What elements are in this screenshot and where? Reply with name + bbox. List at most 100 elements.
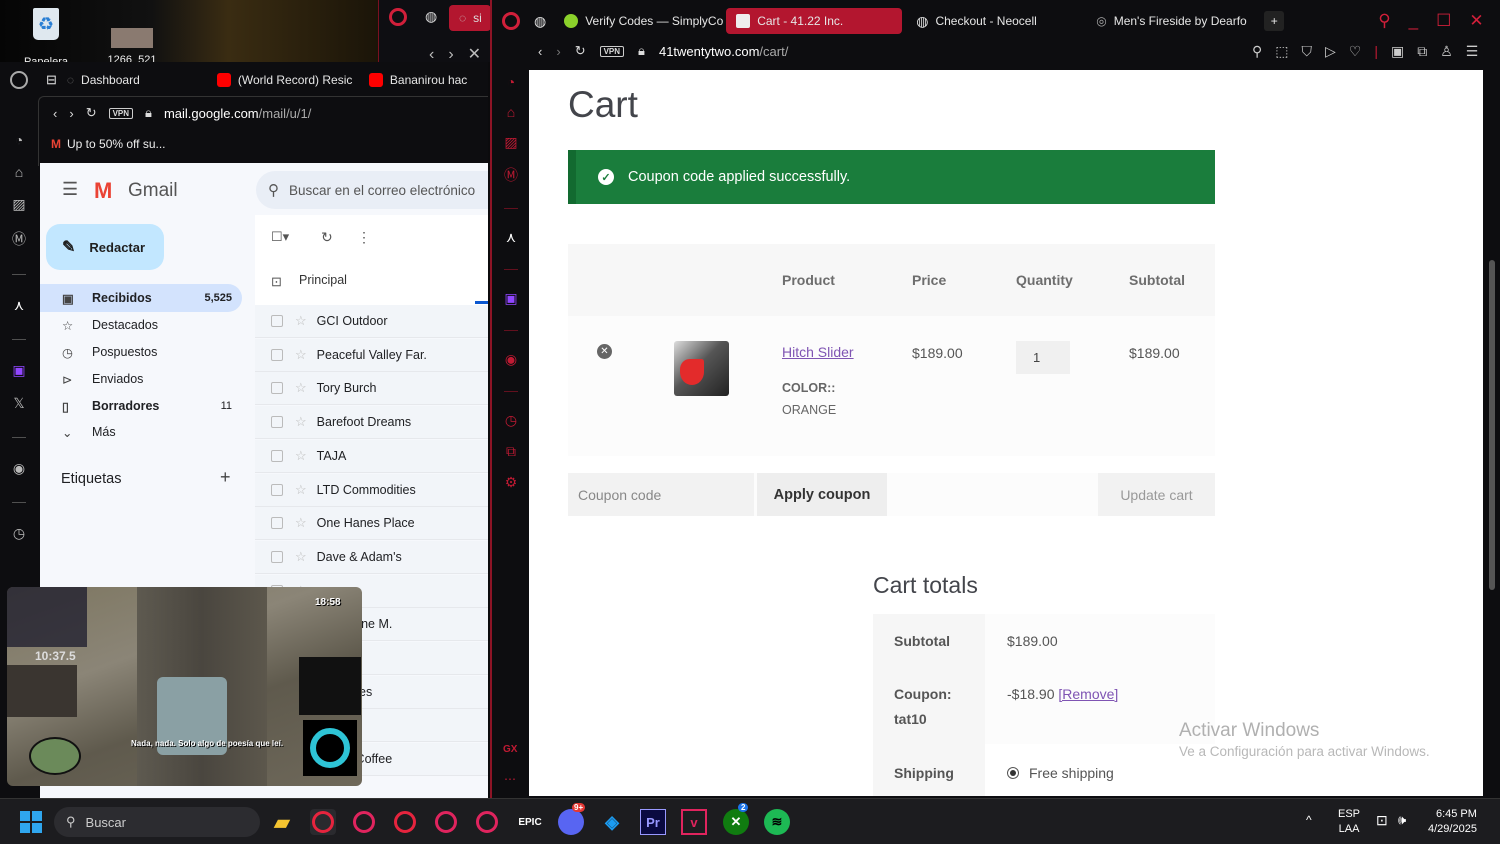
star-icon[interactable]: ☆ [295,448,307,464]
nav-snoozed[interactable]: ◷ Pospuestos [40,338,242,366]
forward-icon[interactable]: › [556,44,560,59]
row-checkbox[interactable] [271,517,283,530]
product-link[interactable]: Hitch Slider [782,344,854,360]
nav-starred[interactable]: ☆ Destacados [40,311,242,339]
row-checkbox[interactable] [271,449,283,462]
tray-chevron-up-icon[interactable]: ^ [1306,813,1312,827]
snapshot-icon[interactable]: ⬚ [1275,43,1288,60]
twitch-icon[interactable]: ▣ [12,362,25,379]
twitch-icon[interactable]: ▣ [504,290,517,307]
row-checkbox[interactable] [271,315,283,327]
mail-row[interactable]: ☆ Barefoot Dreams [255,406,488,440]
address-bar[interactable]: ‹ › ↻ VPN 🔒︎ mail.google.com/mail/u/1/ [53,105,311,121]
vpn-badge[interactable]: VPN [599,45,625,57]
reload-icon[interactable]: ↻ [575,43,586,59]
settings-menu-icon[interactable]: ☰ [1466,43,1479,60]
star-icon[interactable]: ☆ [295,380,307,396]
remove-coupon-link[interactable]: [Remove] [1058,686,1118,702]
nav-buttons[interactable]: ‹›✕ [429,44,495,64]
pin-icon[interactable]: ⚲ [1252,43,1262,60]
steam-icon[interactable]: ◈ [599,809,625,835]
row-checkbox[interactable] [271,416,283,429]
background-browser-window[interactable]: ◍ ◌ si ‹›✕ [378,0,491,63]
tab-cart[interactable]: Cart - 41.22 Inc. [726,8,903,34]
forward-icon[interactable]: › [69,106,73,121]
history-icon[interactable]: ◷ [505,412,517,429]
recycle-bin-icon[interactable]: ♻ Papelera de... [18,8,74,64]
premiere-pro-icon[interactable]: Pr [640,809,666,835]
aria-icon[interactable]: ⋏ [506,229,516,246]
opera-logo-icon[interactable] [10,71,28,89]
opera-logo-icon[interactable] [502,12,520,30]
opera-taskbar-icon[interactable] [474,809,500,835]
cleaner-icon[interactable]: ⌂ [507,104,515,120]
nav-drafts[interactable]: ▯ Borradores 11 [40,392,242,420]
scrollbar-thumb[interactable] [1489,260,1495,590]
row-checkbox[interactable] [271,348,283,361]
mail-row[interactable]: ☆ LTD Commodities [255,473,488,507]
more-icon[interactable]: ⋮ [357,229,371,246]
wallet-icon[interactable]: ▣ [1391,43,1404,60]
nav-sent[interactable]: ⊳ Enviados [40,365,242,393]
wallpaper-icon[interactable]: ▨ [504,134,517,151]
language-indicator[interactable]: ESP LAA [1338,807,1360,837]
speed-dial-icon[interactable]: ◔ [507,74,515,90]
add-label-icon[interactable]: + [220,467,231,488]
remove-item-icon[interactable]: ✕ [597,344,612,359]
mail-row[interactable]: ☆ GCI Outdoor [255,305,488,338]
mail-row[interactable]: ☆ Dave & Adam's [255,540,488,574]
globe-icon[interactable]: ◍ [534,13,546,30]
vpn-badge[interactable]: VPN [108,107,134,119]
workspace-icon[interactable]: ⊟ [46,72,57,88]
volume-icon[interactable]: 🕪︎ [1398,812,1406,828]
compose-button[interactable]: ✎ Redactar [46,224,164,270]
tab-verify-codes[interactable]: Verify Codes — SimplyCo [554,8,726,34]
spotify-icon[interactable]: ≋ [764,809,790,835]
gmx-icon[interactable]: Ⓜ [504,165,518,185]
address-bar[interactable]: ‹ › ↻ VPN 🔒︎ 41twentytwo.com/cart/ [538,43,788,59]
aria-icon[interactable]: ⋏ [14,297,24,314]
mail-row[interactable]: ☆ TAJA [255,439,488,473]
heart-icon[interactable]: ♡ [1349,43,1362,60]
select-checkbox[interactable]: ☐▾ [271,229,289,245]
nav-inbox[interactable]: ▣ Recibidos 5,525 [40,284,242,312]
file-explorer-icon[interactable]: ▰ [269,809,295,835]
opera-taskbar-icon[interactable] [392,809,418,835]
extensions-icon[interactable]: ⧉ [1417,43,1427,60]
network-icon[interactable]: ⊡ [1376,812,1388,829]
speed-dial-icon[interactable]: ◔ [15,132,23,148]
tab-youtube[interactable]: (World Record) Resic [207,67,359,93]
mail-row[interactable]: ☆ Tory Burch [255,372,488,406]
maximize-button[interactable]: ☐ [1436,11,1451,31]
settings-icon[interactable]: ⚙ [505,474,518,491]
mail-row[interactable]: ☆ Peaceful Valley Far. [255,338,488,372]
bookmark-item[interactable]: M Up to 50% off su... [51,137,166,151]
tab-principal[interactable]: Principal [299,273,347,287]
epic-games-icon[interactable]: EPIC [517,809,543,835]
star-icon[interactable]: ☆ [295,482,307,498]
product-thumbnail[interactable] [674,341,729,396]
tab[interactable]: ◌ si [449,5,491,31]
xbox-icon[interactable]: ✕ 2 [723,803,749,835]
shipping-option[interactable]: Free shipping [1007,765,1114,781]
reload-icon[interactable]: ↻ [86,105,97,121]
radio-selected[interactable] [1007,767,1019,779]
tab-mens-fireside[interactable]: ◎ Men's Fireside by Dearfo [1086,8,1264,34]
coupon-code-input[interactable]: Coupon code [568,473,754,516]
back-icon[interactable]: ‹ [538,44,542,59]
new-tab-button[interactable]: + [1264,11,1285,31]
video-overlay[interactable]: 10:37.5 Nada, nada. Solo algo de poesía … [7,587,362,786]
tab-dashboard[interactable]: ◌ Dashboard [57,67,207,93]
tab-youtube[interactable]: Bananirou hac [359,67,469,93]
vegas-icon[interactable]: v [681,809,707,835]
gx-corner-label[interactable]: GX [503,744,517,755]
star-icon[interactable]: ☆ [295,313,307,329]
menu-icon[interactable]: ☰ [62,179,78,200]
windows-start-icon[interactable] [18,809,44,835]
extensions-icon[interactable]: ⧉ [506,443,516,460]
opera-gx-taskbar-icon[interactable] [310,809,336,835]
star-icon[interactable]: ☆ [295,347,307,363]
play-icon[interactable]: ▷ [1325,43,1336,60]
opera-taskbar-icon[interactable] [433,809,459,835]
close-button[interactable]: ✕ [1469,11,1483,31]
